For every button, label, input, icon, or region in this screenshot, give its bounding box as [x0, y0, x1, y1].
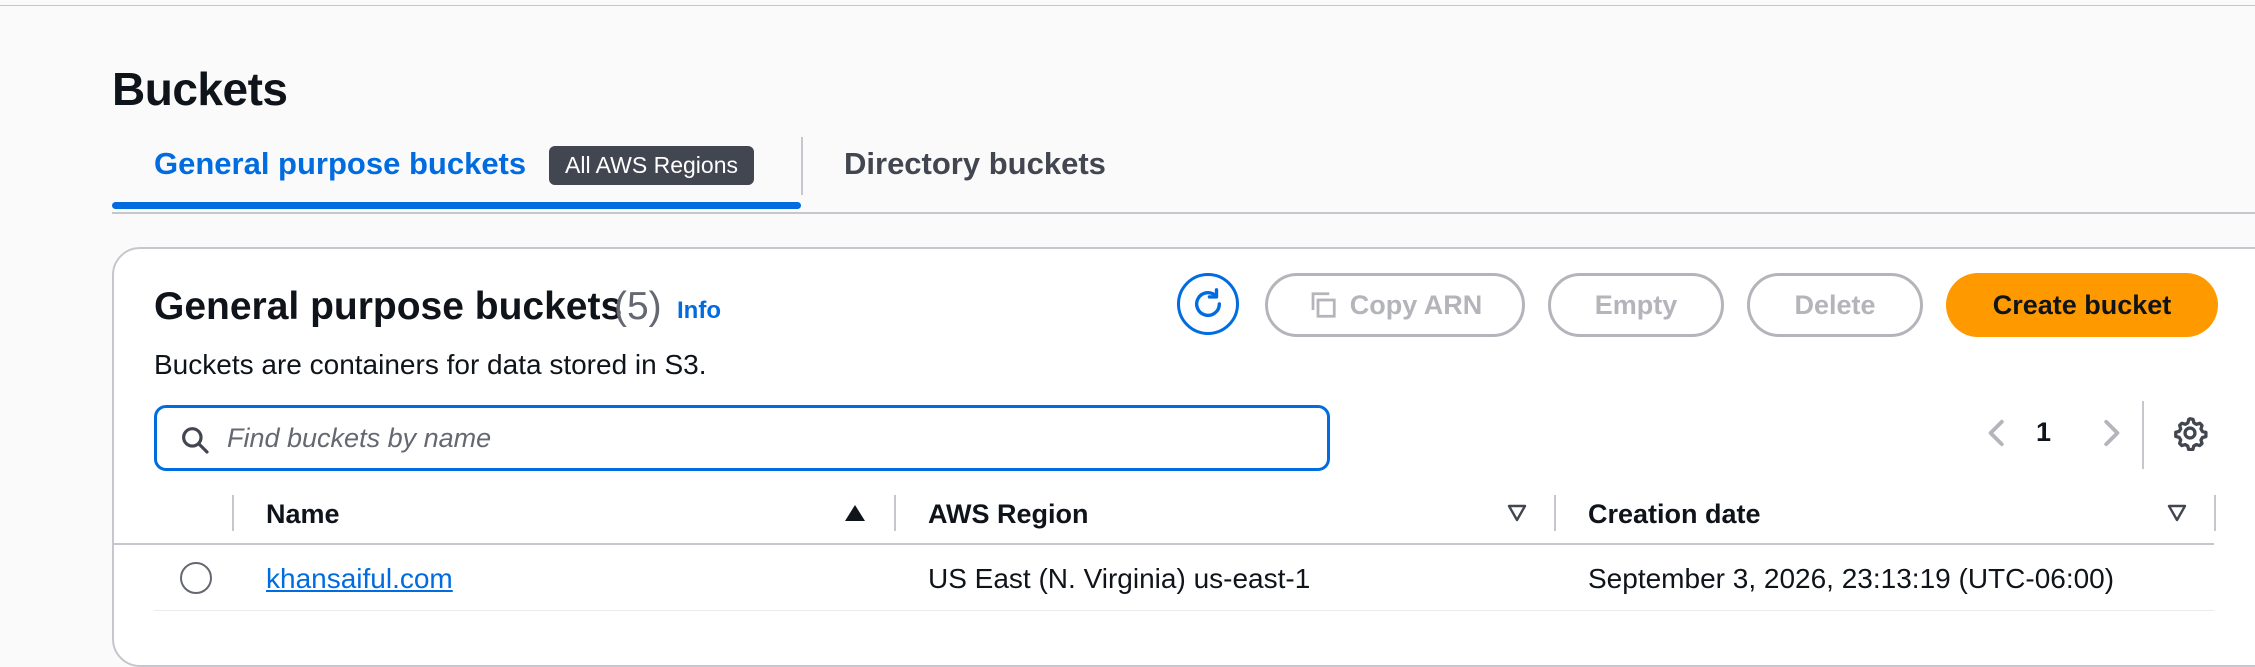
bucket-type-tabs: General purpose buckets All AWS Regions …	[112, 130, 2255, 214]
all-regions-badge: All AWS Regions	[549, 146, 754, 185]
top-divider	[0, 0, 2255, 6]
create-bucket-button[interactable]: Create bucket	[1946, 273, 2218, 337]
bucket-region: US East (N. Virginia) us-east-1	[928, 563, 1311, 594]
tab-directory-buckets[interactable]: Directory buckets	[844, 146, 1106, 182]
copy-arn-button[interactable]: Copy ARN	[1265, 273, 1525, 337]
search-icon	[179, 424, 211, 456]
refresh-icon	[1191, 287, 1225, 321]
column-header-creation-date[interactable]: Creation date	[1588, 499, 1761, 530]
tab-general-label: General purpose buckets	[154, 146, 527, 181]
bucket-count: (5)	[614, 285, 662, 328]
previous-page-icon[interactable]	[1984, 417, 2010, 449]
table-row: khansaiful.com US East (N. Virginia) us-…	[154, 547, 2214, 611]
tab-divider	[801, 137, 803, 195]
table-header: Name AWS Region Creation date	[114, 485, 2216, 545]
column-header-region[interactable]: AWS Region	[928, 499, 1089, 530]
search-input[interactable]	[227, 418, 1317, 458]
page-title: Buckets	[112, 63, 288, 115]
sort-icon[interactable]	[1506, 503, 1528, 523]
panel-title: General purpose buckets	[154, 285, 623, 328]
info-link[interactable]: Info	[677, 297, 721, 325]
column-header-name[interactable]: Name	[266, 499, 340, 530]
search-field[interactable]	[154, 405, 1330, 471]
pagination-divider	[2142, 401, 2144, 469]
copy-arn-label: Copy ARN	[1349, 289, 1483, 320]
sort-icon[interactable]	[2166, 503, 2188, 523]
delete-button[interactable]: Delete	[1747, 273, 1923, 337]
refresh-button[interactable]	[1177, 273, 1239, 335]
current-page-number[interactable]: 1	[2036, 417, 2051, 448]
column-separator[interactable]	[2214, 495, 2216, 531]
active-tab-indicator	[112, 202, 801, 209]
gear-icon[interactable]	[2172, 415, 2208, 451]
column-separator	[232, 495, 234, 531]
column-separator[interactable]	[894, 495, 896, 531]
general-purpose-buckets-panel: General purpose buckets (5) Info Buckets…	[112, 247, 2255, 667]
empty-button[interactable]: Empty	[1548, 273, 1724, 337]
bucket-creation-date: September 3, 2026, 23:13:19 (UTC-06:00)	[1588, 563, 2115, 594]
panel-description: Buckets are containers for data stored i…	[154, 349, 707, 380]
row-select-radio[interactable]	[180, 562, 212, 594]
bucket-name-link[interactable]: khansaiful.com	[266, 563, 453, 595]
tab-general-purpose-buckets[interactable]: General purpose buckets All AWS Regions	[112, 130, 801, 214]
copy-icon	[1308, 290, 1338, 320]
sort-ascending-icon[interactable]	[844, 503, 866, 523]
column-separator[interactable]	[1554, 495, 1556, 531]
next-page-icon[interactable]	[2098, 417, 2124, 449]
